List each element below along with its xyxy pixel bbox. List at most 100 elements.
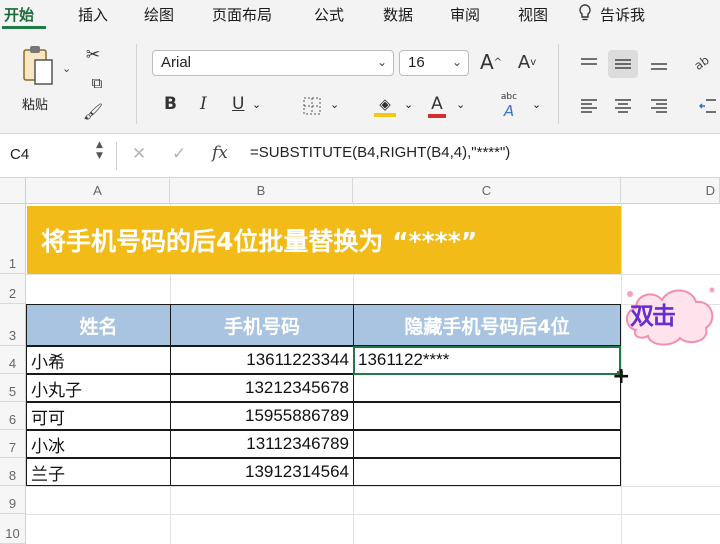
formula-divider (116, 142, 117, 170)
masked-cell[interactable] (353, 458, 621, 486)
lightbulb-icon (578, 4, 592, 26)
orientation-icon[interactable]: ab (686, 46, 716, 76)
font-size-value: 16 (408, 54, 425, 71)
chevron-down-icon[interactable]: ⌄ (456, 98, 465, 111)
column-header-a[interactable]: A (26, 178, 170, 204)
gridline (26, 514, 720, 515)
crosshair-cursor-icon: + (612, 364, 631, 389)
worksheet: A B C D 1 2 3 4 5 6 7 8 9 10 将手机号码的后4位批量… (0, 178, 720, 544)
chevron-down-icon[interactable]: ⌄ (252, 98, 261, 111)
name-box-stepper-icon[interactable]: ▲ ▼ (96, 140, 103, 162)
chevron-down-icon[interactable]: ⌄ (532, 98, 541, 111)
row-header-6[interactable]: 6 (0, 402, 26, 430)
masked-cell[interactable] (353, 430, 621, 458)
name-cell[interactable]: 小冰 (26, 430, 171, 458)
row-header-5[interactable]: 5 (0, 374, 26, 402)
grow-font-button[interactable]: A ^ (478, 48, 504, 76)
tab-home[interactable]: 开始 (4, 4, 34, 25)
gridline (26, 486, 720, 487)
tab-insert[interactable]: 插入 (78, 4, 108, 25)
underline-button[interactable]: U (232, 94, 244, 114)
align-bottom-icon[interactable] (646, 52, 672, 76)
masked-cell[interactable] (353, 374, 621, 402)
tell-me-button[interactable]: 告诉我 (600, 4, 645, 25)
phone-cell[interactable]: 13212345678 (170, 374, 354, 402)
menu-bar: 开始 插入 绘图 页面布局 公式 数据 审阅 视图 告诉我 (0, 0, 720, 30)
row-header-2[interactable]: 2 (0, 274, 26, 304)
ribbon-separator (558, 44, 559, 124)
row-header-3[interactable]: 3 (0, 304, 26, 346)
tab-formulas[interactable]: 公式 (314, 4, 344, 25)
grow-font-glyph: A (479, 50, 494, 74)
decrease-indent-icon[interactable] (694, 94, 720, 118)
cut-icon[interactable]: ✂ (82, 44, 104, 66)
sticker-text: 双击 (630, 302, 676, 330)
phonetic-a-icon: A (503, 102, 515, 120)
chevron-down-icon: ⌄ (451, 55, 462, 69)
formula-input[interactable]: =SUBSTITUTE(B4,RIGHT(B4,4),"****") (250, 144, 510, 161)
cancel-icon[interactable]: ✕ (132, 144, 146, 164)
font-color-button[interactable]: A (426, 92, 448, 120)
fill-color-button[interactable]: ◈ (372, 92, 398, 120)
masked-cell[interactable] (353, 402, 621, 430)
fill-color-swatch (374, 113, 396, 117)
chevron-down-icon[interactable]: ⌄ (404, 98, 413, 111)
row-header-1[interactable]: 1 (0, 204, 26, 274)
font-color-glyph: A (431, 94, 443, 114)
title-banner-cell[interactable]: 将手机号码的后4位批量替换为 “****” (27, 206, 621, 274)
column-header-b[interactable]: B (170, 178, 353, 204)
font-name-select[interactable]: Arial ⌄ (152, 50, 394, 76)
name-cell[interactable]: 兰子 (26, 458, 171, 486)
font-color-swatch (428, 114, 446, 118)
chevron-down-icon: ⌄ (376, 55, 387, 69)
phone-cell[interactable]: 13611223344 (170, 346, 354, 374)
column-header-c[interactable]: C (353, 178, 621, 204)
tab-view[interactable]: 视图 (518, 4, 548, 25)
tab-data[interactable]: 数据 (383, 4, 413, 25)
bold-button[interactable]: B (164, 94, 177, 114)
borders-icon[interactable] (300, 94, 324, 118)
select-all-corner[interactable] (0, 178, 26, 204)
header-phone-cell[interactable]: 手机号码 (170, 304, 354, 346)
shrink-font-button[interactable]: Av (514, 48, 540, 76)
name-cell[interactable]: 小希 (26, 346, 171, 374)
paste-dropdown-icon[interactable]: ⌄ (62, 62, 71, 75)
header-masked-cell[interactable]: 隐藏手机号码后4位 (353, 304, 621, 346)
phonetic-guide-button[interactable]: abc A (494, 92, 524, 120)
tab-review[interactable]: 审阅 (450, 4, 480, 25)
chevron-down-icon[interactable]: ⌄ (330, 98, 339, 111)
shrink-font-glyph: A (517, 51, 531, 73)
header-name-cell[interactable]: 姓名 (26, 304, 171, 346)
align-center-icon[interactable] (610, 94, 636, 118)
row-header-4[interactable]: 4 (0, 346, 26, 374)
align-top-icon[interactable] (576, 52, 602, 76)
enter-check-icon[interactable]: ✓ (172, 144, 186, 164)
align-right-icon[interactable] (646, 94, 672, 118)
fx-icon[interactable]: fx (212, 143, 228, 163)
row-header-7[interactable]: 7 (0, 430, 26, 458)
align-left-icon[interactable] (576, 94, 602, 118)
row-header-8[interactable]: 8 (0, 458, 26, 486)
font-name-value: Arial (161, 54, 192, 71)
ribbon: ⌄ 粘贴 ✂ ⧉ 🖌 Arial ⌄ 16 ⌄ A ^ Av B I U ⌄ ⌄ … (0, 30, 720, 134)
align-middle-icon[interactable] (608, 50, 638, 78)
phone-cell[interactable]: 13912314564 (170, 458, 354, 486)
name-cell[interactable]: 可可 (26, 402, 171, 430)
name-cell[interactable]: 小丸子 (26, 374, 171, 402)
row-header-10[interactable]: 10 (0, 514, 26, 544)
tab-draw[interactable]: 绘图 (144, 4, 174, 25)
double-click-sticker: 双击 (622, 280, 720, 350)
italic-button[interactable]: I (200, 94, 207, 114)
format-painter-icon[interactable]: 🖌 (82, 100, 104, 122)
gridline (26, 274, 720, 275)
tab-page-layout[interactable]: 页面布局 (212, 4, 272, 25)
paint-bucket-icon: ◈ (379, 95, 391, 113)
paste-icon[interactable] (18, 42, 58, 90)
copy-icon[interactable]: ⧉ (82, 72, 112, 94)
row-header-9[interactable]: 9 (0, 486, 26, 514)
ribbon-separator (136, 44, 137, 124)
phone-cell[interactable]: 13112346789 (170, 430, 354, 458)
phone-cell[interactable]: 15955886789 (170, 402, 354, 430)
column-header-d[interactable]: D (621, 178, 720, 204)
font-size-select[interactable]: 16 ⌄ (399, 50, 469, 76)
